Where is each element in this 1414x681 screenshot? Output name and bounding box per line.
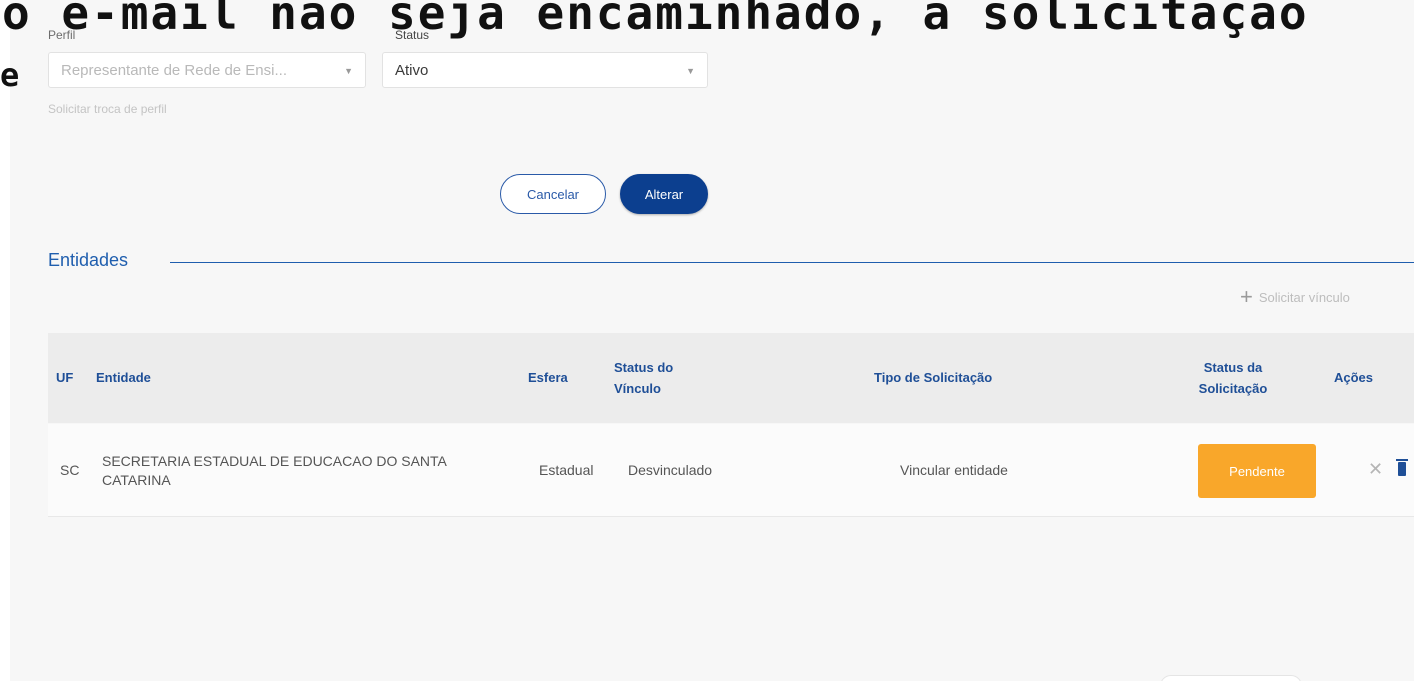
profile-select-value: Representante de Rede de Ensi... bbox=[61, 61, 287, 79]
cancel-button[interactable]: Cancelar bbox=[500, 174, 606, 214]
overlay-headline: o e-mail não seja encaminhado, a solicit… bbox=[2, 0, 1309, 40]
footer-button[interactable] bbox=[1160, 675, 1302, 681]
status-badge: Pendente bbox=[1198, 444, 1316, 498]
plus-icon: + bbox=[1240, 284, 1253, 309]
row-entity: SECRETARIA ESTADUAL DE EDUCACAO DO SANTA… bbox=[102, 453, 447, 488]
request-link-label: Solicitar vínculo bbox=[1258, 289, 1350, 305]
column-request-type: Tipo de Solicitação bbox=[874, 370, 993, 385]
column-sphere: Esfera bbox=[528, 370, 568, 385]
column-uf: UF bbox=[56, 370, 74, 385]
column-request-status: Status da Solicitação bbox=[1198, 360, 1268, 396]
row-uf: SC bbox=[60, 462, 80, 478]
table-row: SC SECRETARIA ESTADUAL DE EDUCACAO DO SA… bbox=[48, 424, 1414, 517]
chevron-down-icon: ▼ bbox=[344, 66, 353, 76]
trash-icon[interactable] bbox=[1396, 459, 1408, 476]
column-entity: Entidade bbox=[96, 370, 151, 385]
request-link-button[interactable]: + Solicitar vínculo bbox=[1240, 286, 1350, 308]
section-divider bbox=[170, 262, 1414, 263]
row-request-type: Vincular entidade bbox=[900, 462, 1008, 478]
close-icon[interactable]: ✕ bbox=[1368, 459, 1383, 480]
profile-select[interactable]: Representante de Rede de Ensi... ▼ bbox=[48, 52, 366, 88]
row-link-status: Desvinculado bbox=[628, 462, 713, 478]
section-title: Entidades bbox=[48, 250, 129, 270]
row-sphere: Estadual bbox=[539, 462, 594, 478]
change-profile-link[interactable]: Solicitar troca de perfil bbox=[48, 102, 167, 116]
status-select-value: Ativo bbox=[395, 61, 429, 79]
status-select[interactable]: Ativo ▼ bbox=[382, 52, 708, 88]
submit-button[interactable]: Alterar bbox=[620, 174, 708, 214]
column-actions: Ações bbox=[1334, 370, 1374, 385]
column-link-status: Status do Vínculo bbox=[614, 360, 674, 396]
table-header: UF Entidade Esfera Status do Vínculo Tip… bbox=[48, 333, 1414, 423]
overlay-second-line: e bbox=[0, 56, 20, 94]
chevron-down-icon: ▼ bbox=[686, 66, 695, 76]
user-profile-page: Perfil Representante de Rede de Ensi... … bbox=[10, 0, 1414, 681]
